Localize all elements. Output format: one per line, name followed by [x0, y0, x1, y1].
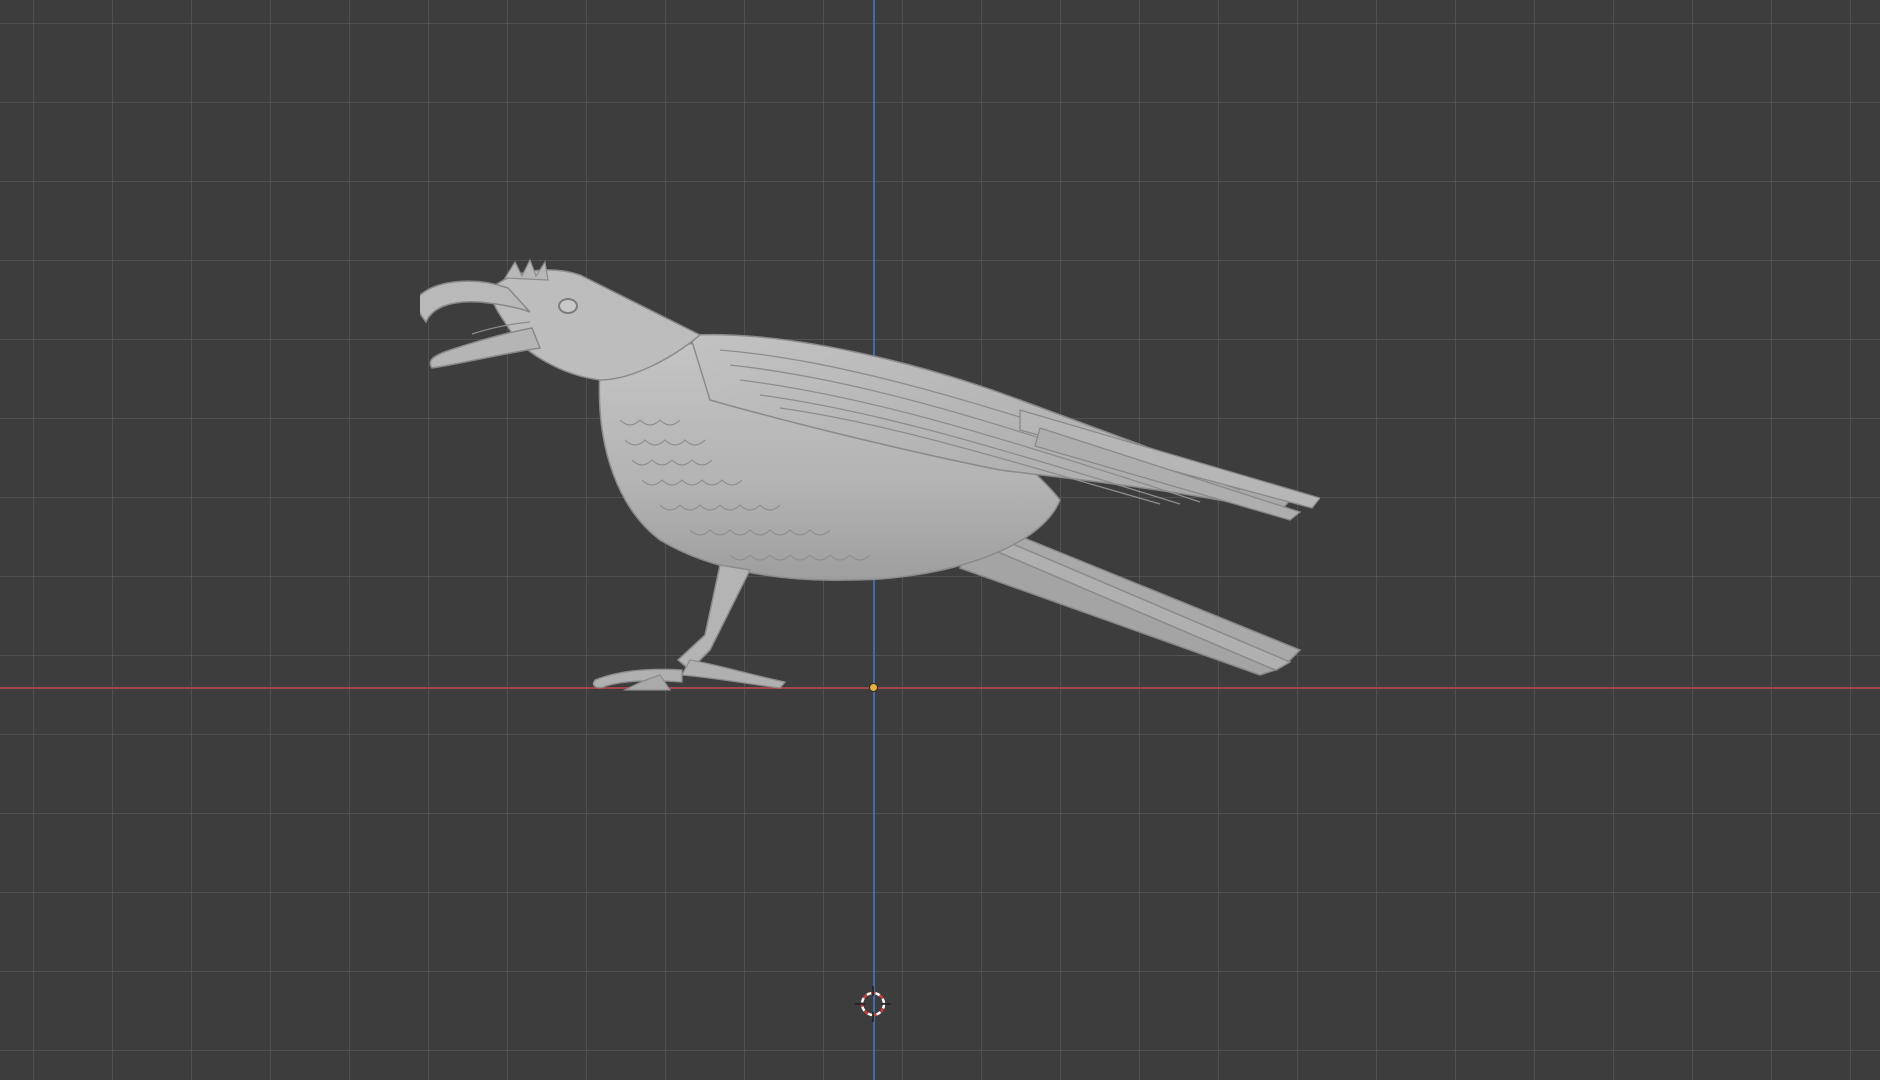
3d-cursor-icon[interactable] [855, 986, 891, 1022]
raven-beak-lower [429, 327, 542, 369]
object-origin-dot [870, 684, 877, 691]
raven-leg [592, 564, 787, 691]
raven-crest [503, 258, 549, 281]
3d-viewport[interactable] [0, 0, 1880, 1080]
raven-model[interactable] [420, 250, 1320, 710]
raven-eye [558, 298, 578, 314]
